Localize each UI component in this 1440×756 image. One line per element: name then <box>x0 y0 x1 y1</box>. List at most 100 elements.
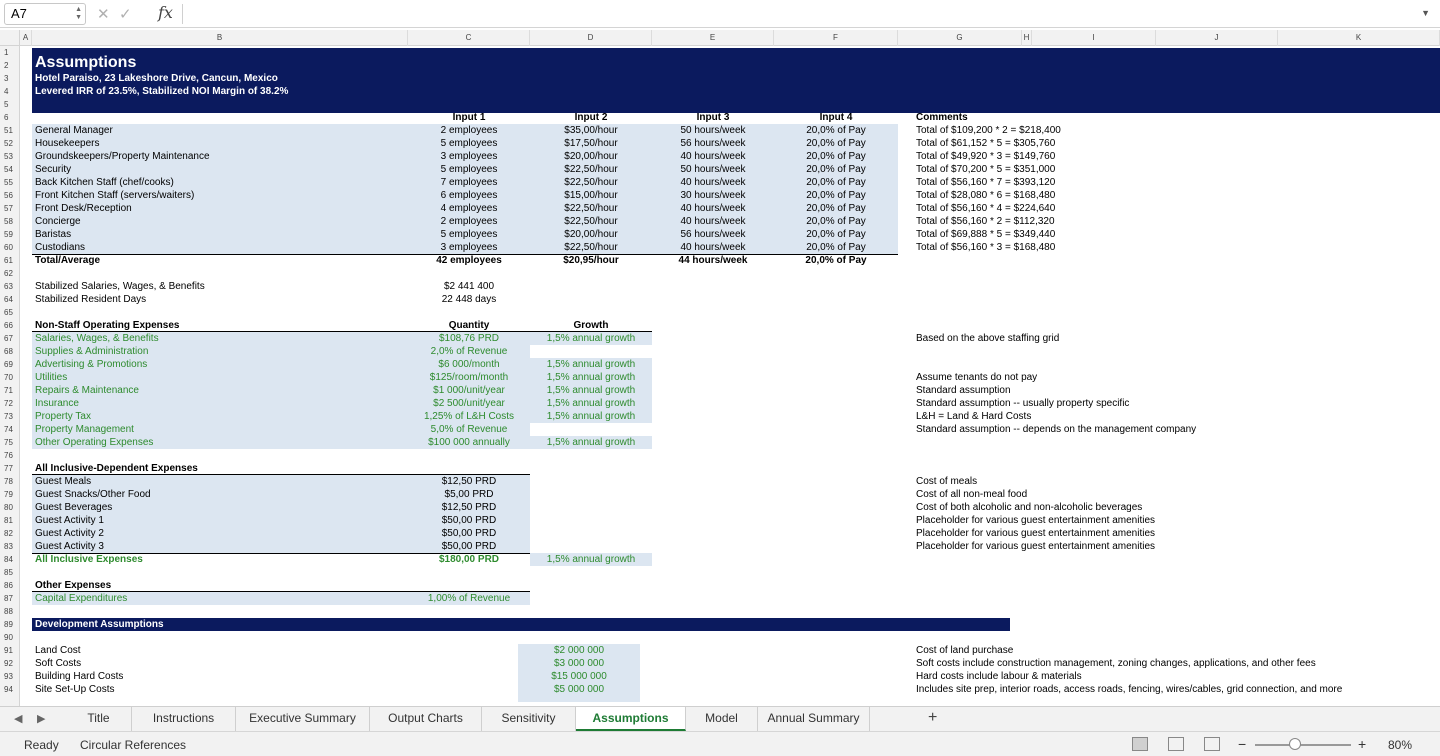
input-cell[interactable]: 7 employees <box>408 176 530 189</box>
input-cell[interactable]: 20,0% of Pay <box>774 228 898 241</box>
previous-sheet-icon[interactable]: ◀ <box>14 712 22 725</box>
row-header[interactable]: 79 <box>0 488 19 501</box>
sheet-tab[interactable]: Instructions <box>132 707 236 731</box>
column-header[interactable]: F <box>774 30 898 46</box>
add-sheet-icon[interactable]: + <box>928 709 937 727</box>
input-cell[interactable]: $12,50 PRD <box>408 475 530 488</box>
row-header[interactable]: 59 <box>0 228 19 241</box>
row-header[interactable]: 69 <box>0 358 19 371</box>
row-header[interactable]: 60 <box>0 241 19 254</box>
input-cell[interactable]: 40 hours/week <box>652 241 774 254</box>
input-cell[interactable]: $2 500/unit/year <box>408 397 530 410</box>
row-header[interactable]: 68 <box>0 345 19 358</box>
expense-name[interactable]: Utilities <box>35 371 67 384</box>
input-cell[interactable]: 40 hours/week <box>652 202 774 215</box>
input-cell[interactable]: $17,50/hour <box>530 137 652 150</box>
expense-name[interactable]: Insurance <box>35 397 79 410</box>
input-cell[interactable]: 1,5% annual growth <box>530 371 652 384</box>
sheet-tab[interactable]: Assumptions <box>576 707 686 731</box>
input-cell[interactable]: 5 employees <box>408 228 530 241</box>
column-header[interactable]: C <box>408 30 530 46</box>
input-cell[interactable]: $6 000/month <box>408 358 530 371</box>
row-header[interactable]: 85 <box>0 566 19 579</box>
input-cell[interactable]: $22,50/hour <box>530 215 652 228</box>
column-header[interactable]: D <box>530 30 652 46</box>
row-header[interactable]: 2 <box>0 59 19 72</box>
input-cell[interactable]: 1,5% annual growth <box>530 410 652 423</box>
page-break-view-icon[interactable] <box>1204 737 1220 751</box>
expense-name[interactable]: Capital Expenditures <box>35 592 127 605</box>
staff-role[interactable]: Security <box>35 163 71 176</box>
row-header[interactable]: 64 <box>0 293 19 306</box>
row-header[interactable]: 80 <box>0 501 19 514</box>
column-header[interactable]: J <box>1156 30 1278 46</box>
input-cell[interactable]: 20,0% of Pay <box>774 124 898 137</box>
row-header[interactable]: 83 <box>0 540 19 553</box>
select-all-corner[interactable] <box>0 30 20 46</box>
input-cell[interactable]: 1,5% annual growth <box>530 384 652 397</box>
input-cell[interactable]: 20,0% of Pay <box>774 189 898 202</box>
staff-role[interactable]: Front Kitchen Staff (servers/waiters) <box>35 189 194 202</box>
input-cell[interactable]: $100 000 annually <box>408 436 530 449</box>
column-header[interactable]: A <box>20 30 32 46</box>
input-cell[interactable]: 2 employees <box>408 124 530 137</box>
input-cell[interactable]: 40 hours/week <box>652 215 774 228</box>
input-cell[interactable]: 30 hours/week <box>652 189 774 202</box>
column-header[interactable]: K <box>1278 30 1440 46</box>
row-header[interactable]: 72 <box>0 397 19 410</box>
row-header[interactable]: 52 <box>0 137 19 150</box>
row-header[interactable]: 56 <box>0 189 19 202</box>
row-header[interactable]: 67 <box>0 332 19 345</box>
row-header[interactable]: 74 <box>0 423 19 436</box>
input-cell[interactable]: 1,5% annual growth <box>530 436 652 449</box>
input-cell[interactable]: 6 employees <box>408 189 530 202</box>
input-cell[interactable]: 3 employees <box>408 241 530 254</box>
sheet-tab[interactable]: Model <box>686 707 758 731</box>
input-cell[interactable]: $5,00 PRD <box>408 488 530 501</box>
input-cell[interactable]: 5 employees <box>408 163 530 176</box>
zoom-slider[interactable] <box>1255 744 1351 746</box>
input-cell[interactable]: $50,00 PRD <box>408 514 530 527</box>
staff-role[interactable]: General Manager <box>35 124 113 137</box>
expense-name[interactable]: Supplies & Administration <box>35 345 148 358</box>
input-cell[interactable]: 20,0% of Pay <box>774 241 898 254</box>
row-header[interactable]: 76 <box>0 449 19 462</box>
row-header[interactable]: 92 <box>0 657 19 670</box>
cancel-icon[interactable]: ✕ <box>97 5 110 23</box>
input-cell[interactable]: 56 hours/week <box>652 228 774 241</box>
input-cell[interactable]: 4 employees <box>408 202 530 215</box>
input-cell[interactable]: 1,5% annual growth <box>530 553 652 566</box>
staff-role[interactable]: Custodians <box>35 241 85 254</box>
input-cell[interactable]: $5 000 000 <box>518 683 640 696</box>
row-header[interactable]: 86 <box>0 579 19 592</box>
row-header[interactable]: 71 <box>0 384 19 397</box>
sheet-tab[interactable]: Annual Summary <box>758 707 870 731</box>
expense-name[interactable]: Guest Activity 1 <box>35 514 104 527</box>
expense-name[interactable]: Advertising & Promotions <box>35 358 147 371</box>
sheet-tab[interactable]: Output Charts <box>370 707 482 731</box>
expand-formula-bar-icon[interactable]: ▼ <box>1421 8 1430 18</box>
row-header[interactable]: 70 <box>0 371 19 384</box>
zoom-out-icon[interactable]: − <box>1238 736 1246 752</box>
row-header[interactable]: 61 <box>0 254 19 267</box>
input-cell[interactable]: 2,0% of Revenue <box>408 345 530 358</box>
input-cell[interactable]: 3 employees <box>408 150 530 163</box>
staff-role[interactable]: Housekeepers <box>35 137 99 150</box>
row-header[interactable]: 3 <box>0 72 19 85</box>
input-cell[interactable]: 20,0% of Pay <box>774 215 898 228</box>
row-header[interactable]: 6 <box>0 111 19 124</box>
input-cell[interactable]: $125/room/month <box>408 371 530 384</box>
row-header[interactable]: 81 <box>0 514 19 527</box>
input-cell[interactable]: 5 employees <box>408 137 530 150</box>
expense-name[interactable]: Property Management <box>35 423 134 436</box>
next-sheet-icon[interactable]: ▶ <box>37 712 45 725</box>
input-cell[interactable]: 20,0% of Pay <box>774 137 898 150</box>
input-cell[interactable]: $15,00/hour <box>530 189 652 202</box>
input-cell[interactable]: $50,00 PRD <box>408 540 530 553</box>
expense-name[interactable]: Salaries, Wages, & Benefits <box>35 332 159 345</box>
row-header[interactable]: 58 <box>0 215 19 228</box>
row-header[interactable]: 1 <box>0 46 19 59</box>
input-cell[interactable]: $22,50/hour <box>530 163 652 176</box>
row-header[interactable]: 62 <box>0 267 19 280</box>
input-cell[interactable]: 1,5% annual growth <box>530 397 652 410</box>
